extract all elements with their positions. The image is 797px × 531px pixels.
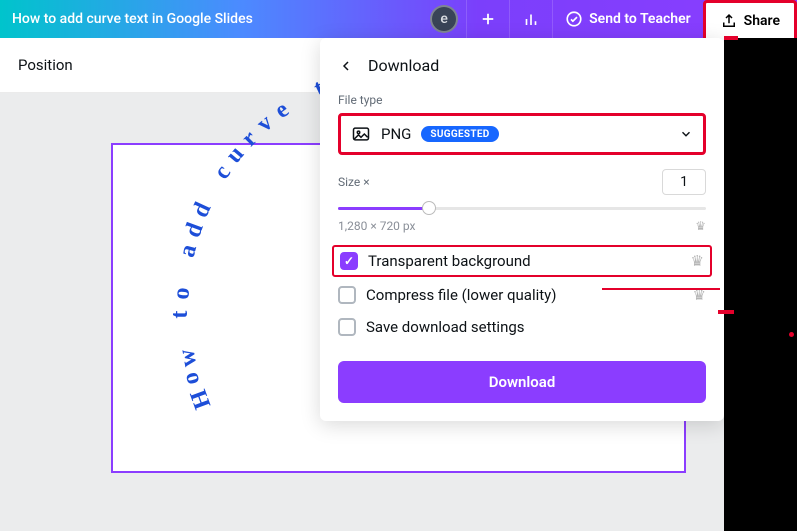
send-label: Send to Teacher — [589, 11, 691, 27]
document-title[interactable]: How to add curve text in Google Slides — [12, 11, 253, 27]
file-type-select[interactable]: PNG SUGGESTED — [338, 113, 706, 155]
avatar-initial: e — [440, 11, 448, 27]
size-slider[interactable] — [338, 199, 706, 217]
size-label: Size × — [338, 175, 654, 189]
transparent-bg-option[interactable]: Transparent background ♛ — [332, 245, 712, 277]
share-button[interactable]: Share — [703, 0, 797, 38]
crown-icon: ♛ — [691, 252, 704, 270]
annotation-line — [718, 310, 734, 314]
save-settings-label: Save download settings — [366, 318, 525, 336]
back-icon[interactable] — [338, 58, 354, 74]
download-button[interactable]: Download — [338, 361, 706, 403]
dimensions-text: 1,280 × 720 px — [338, 219, 416, 233]
file-type-value: PNG — [381, 125, 411, 143]
suggested-badge: SUGGESTED — [421, 126, 498, 142]
avatar[interactable]: e — [430, 5, 458, 33]
save-settings-option[interactable]: Save download settings — [338, 311, 706, 343]
file-type-label: File type — [338, 93, 706, 107]
right-black-area — [724, 38, 797, 531]
download-panel: Download File type PNG SUGGESTED Size × … — [320, 38, 724, 421]
top-bar: How to add curve text in Google Slides e… — [0, 0, 797, 38]
slider-thumb[interactable] — [422, 201, 436, 215]
size-input[interactable] — [662, 169, 706, 195]
send-to-teacher-button[interactable]: Send to Teacher — [552, 0, 703, 38]
annotation-dot — [789, 332, 794, 337]
transparent-checkbox[interactable] — [340, 252, 358, 270]
panel-title: Download — [368, 56, 439, 75]
annotation-line — [724, 36, 738, 40]
download-button-label: Download — [489, 373, 556, 391]
transparent-label: Transparent background — [368, 252, 531, 270]
compress-label: Compress file (lower quality) — [366, 286, 556, 304]
bar-chart-icon — [522, 10, 540, 28]
image-icon — [351, 124, 371, 144]
position-tool[interactable]: Position — [18, 56, 73, 74]
crown-icon: ♛ — [695, 219, 706, 233]
plus-icon — [479, 10, 497, 28]
check-circle-icon — [565, 10, 583, 28]
annotation-line — [602, 288, 720, 290]
share-label: Share — [744, 13, 780, 29]
add-button[interactable] — [466, 0, 509, 38]
share-icon — [720, 12, 738, 30]
compress-checkbox[interactable] — [338, 286, 356, 304]
analytics-button[interactable] — [509, 0, 552, 38]
chevron-down-icon — [679, 127, 693, 141]
save-settings-checkbox[interactable] — [338, 318, 356, 336]
compress-option[interactable]: Compress file (lower quality) ♛ — [338, 279, 706, 311]
